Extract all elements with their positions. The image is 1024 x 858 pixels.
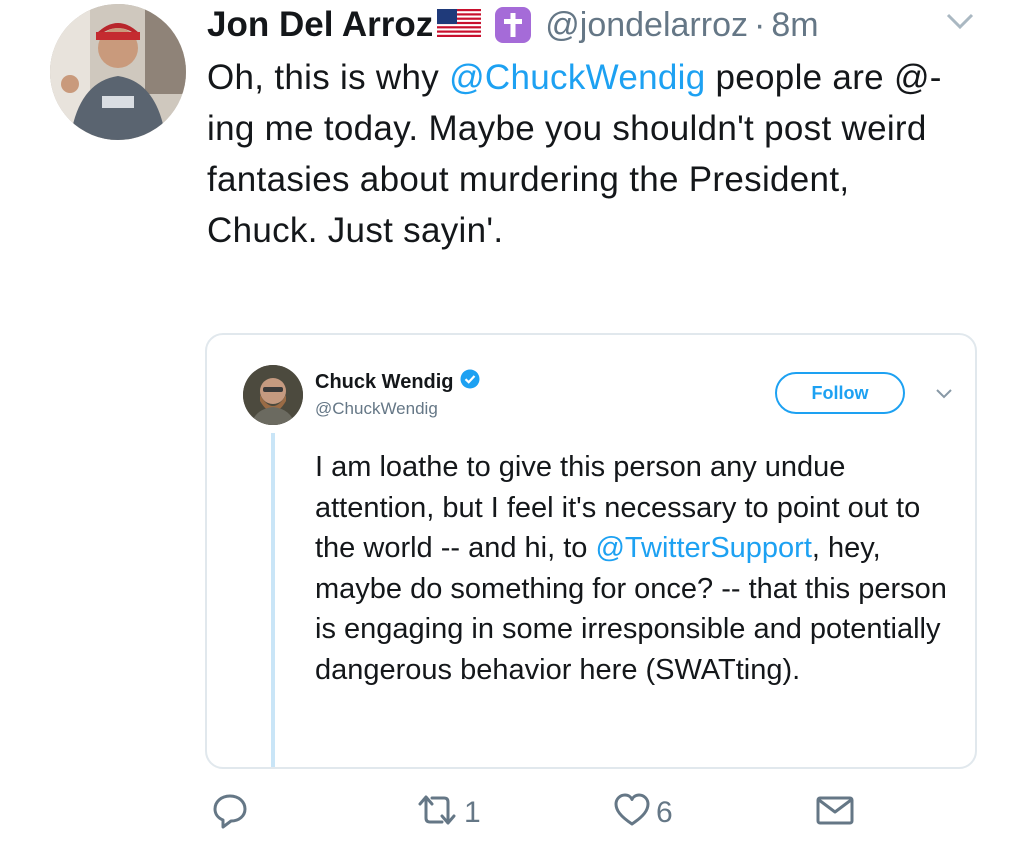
cross-icon <box>495 7 532 43</box>
quoted-tweet-card[interactable]: Chuck Wendig @ChuckWendig Follow I am lo… <box>205 333 977 769</box>
retweet-count: 1 <box>464 795 481 829</box>
retweet-icon <box>414 790 460 835</box>
quoted-author-name-row: Chuck Wendig <box>315 369 480 395</box>
tweet-actions: 1 6 <box>0 790 1024 840</box>
direct-message-button[interactable] <box>814 790 856 835</box>
author-avatar[interactable] <box>50 4 186 140</box>
quoted-author-handle[interactable]: @ChuckWendig <box>315 399 438 419</box>
like-count: 6 <box>656 795 673 829</box>
author-handle[interactable]: @jondelarroz <box>545 6 748 45</box>
thread-line <box>271 433 275 767</box>
tweet-text: Oh, this is why @ChuckWendig people are … <box>207 52 967 256</box>
tweet-timestamp[interactable]: 8m <box>771 6 818 45</box>
like-button[interactable]: 6 <box>612 790 673 835</box>
tweet-header: Jon Del Arroz @jondelarroz · 8m <box>207 2 819 48</box>
reply-icon <box>210 790 250 835</box>
mention-link[interactable]: @TwitterSupport <box>595 532 811 564</box>
tweet-menu-chevron-icon[interactable] <box>944 10 976 37</box>
us-flag-icon <box>437 8 482 42</box>
reply-button[interactable] <box>210 790 254 835</box>
quoted-author-avatar[interactable] <box>243 365 303 425</box>
quoted-tweet-text: I am loathe to give this person any undu… <box>315 447 955 690</box>
heart-icon <box>612 790 652 835</box>
tweet-text-part: Oh, this is why <box>207 58 450 97</box>
author-display-name[interactable]: Jon Del Arroz <box>207 5 433 45</box>
separator-dot: · <box>753 5 766 44</box>
follow-button[interactable]: Follow <box>775 372 905 414</box>
retweet-button[interactable]: 1 <box>414 790 481 835</box>
quoted-tweet-menu-chevron-icon[interactable] <box>935 387 953 405</box>
quoted-author-display-name[interactable]: Chuck Wendig <box>315 371 454 394</box>
verified-badge-icon <box>460 369 480 395</box>
mention-link[interactable]: @ChuckWendig <box>449 58 705 97</box>
envelope-icon <box>814 790 856 835</box>
